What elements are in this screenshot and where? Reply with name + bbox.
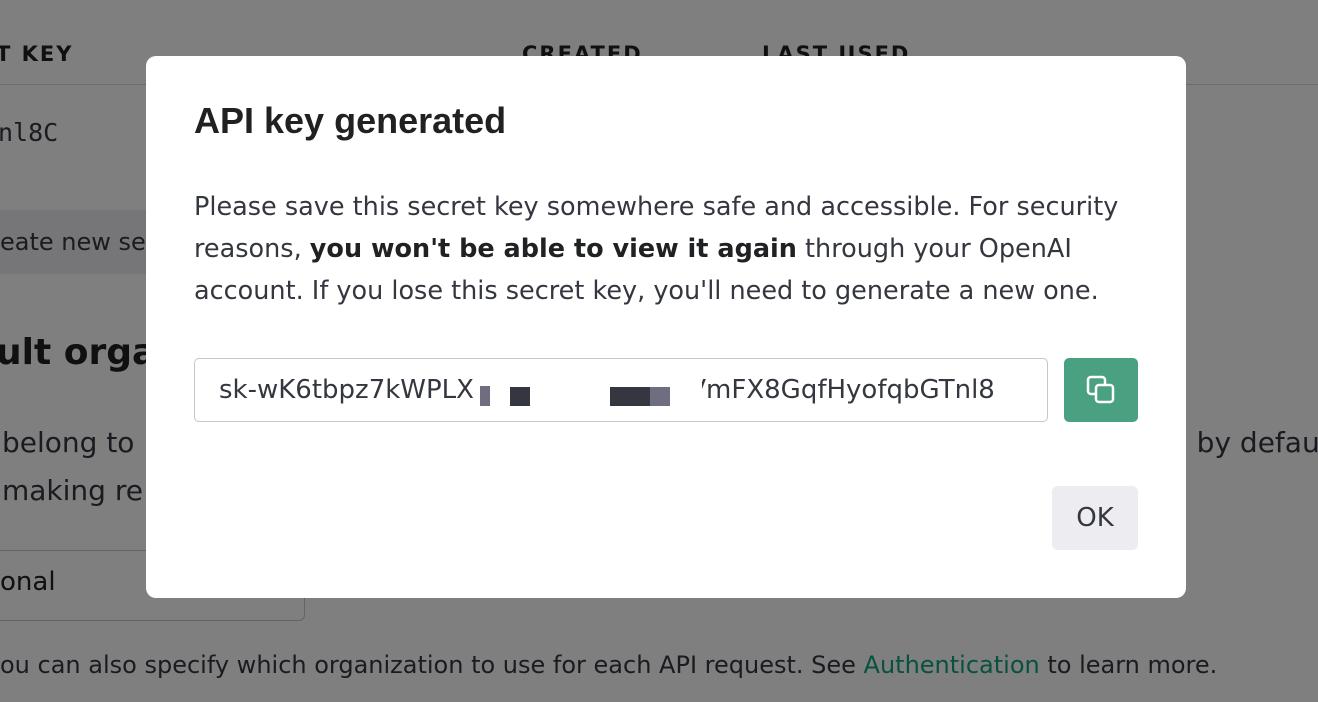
copy-button[interactable] <box>1064 358 1138 422</box>
modal-title: API key generated <box>194 100 507 141</box>
ok-button[interactable]: OK <box>1052 486 1138 550</box>
redaction-block <box>510 387 530 406</box>
redaction-block <box>610 387 650 406</box>
redaction-block <box>480 386 490 406</box>
modal-desc-bold: you won't be able to view it again <box>309 234 797 264</box>
redaction-block <box>650 387 670 406</box>
copy-icon <box>1084 373 1118 407</box>
modal-description: Please save this secret key somewhere sa… <box>194 186 1144 312</box>
api-key-modal: API key generated Please save this secre… <box>146 56 1186 598</box>
